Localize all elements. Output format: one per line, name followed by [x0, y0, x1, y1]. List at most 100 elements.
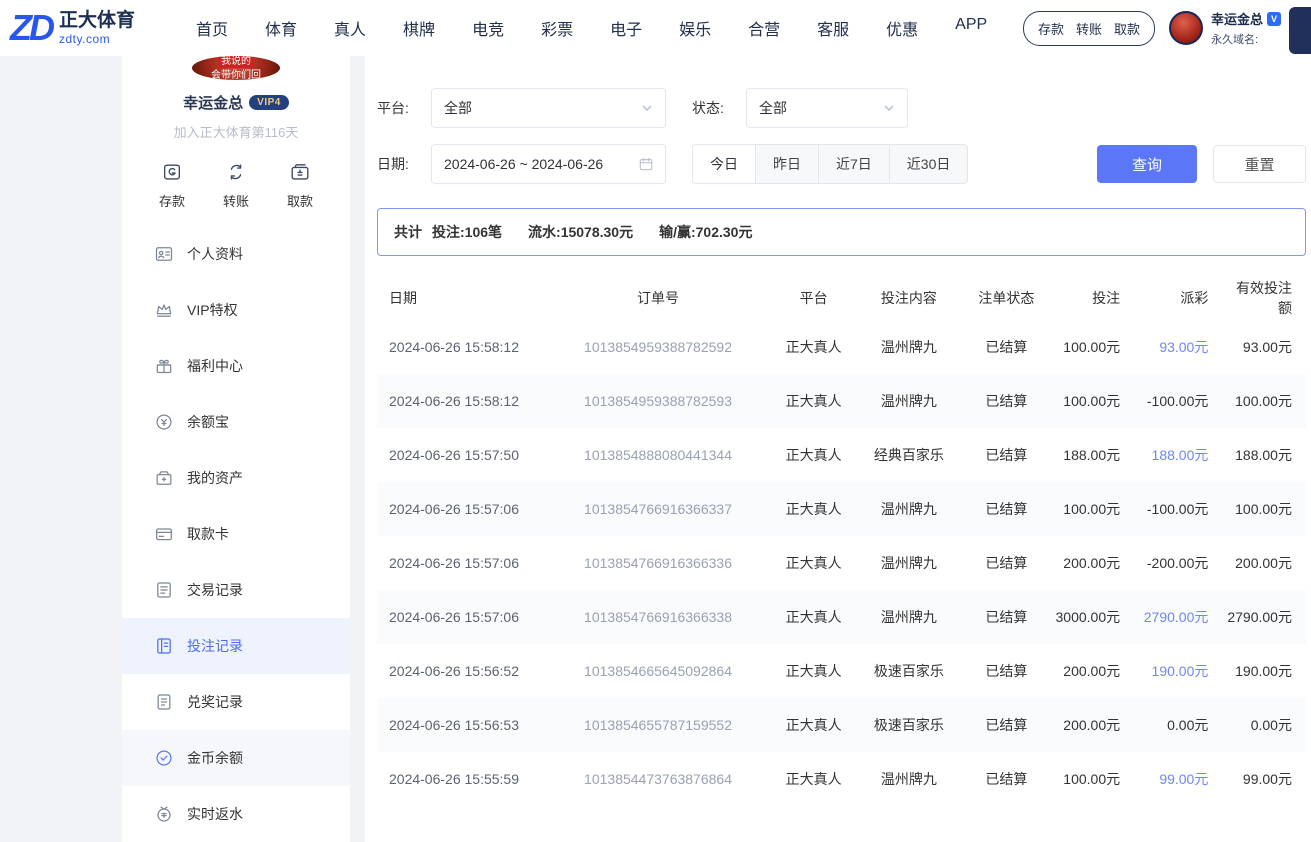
- nav-item-9[interactable]: 合营: [748, 16, 780, 40]
- quick-action-transfer[interactable]: 转账: [223, 161, 249, 210]
- filter-row-2: 日期: 2024-06-26 ~ 2024-06-26 今日昨日近7日近30日 …: [377, 144, 1306, 184]
- sidebar-username: 幸运金总: [183, 92, 243, 113]
- sidebar-item-gold-balance[interactable]: 金币余额: [122, 730, 350, 786]
- cell-date: 2024-06-26 15:58:12: [377, 393, 544, 409]
- sidebar-item-label: 交易记录: [187, 580, 243, 600]
- summary-winloss: 输/赢:702.30元: [659, 222, 752, 242]
- user-chip[interactable]: 幸运金总 V 永久域名:: [1169, 9, 1281, 47]
- cell-payout: 0.00元: [1134, 715, 1222, 735]
- cell-order: 1013854655787159552: [544, 717, 772, 733]
- table-row: 2024-06-26 15:56:531013854655787159552正大…: [377, 698, 1306, 752]
- table-row: 2024-06-26 15:58:121013854959388782592正大…: [377, 320, 1306, 374]
- cell-platform: 正大真人: [772, 391, 856, 411]
- sidebar-item-withdraw-card[interactable]: 取款卡: [122, 506, 350, 562]
- reset-button[interactable]: 重置: [1213, 145, 1306, 183]
- cell-platform: 正大真人: [772, 499, 856, 519]
- sidebar-item-realtime-rebate[interactable]: 实时返水: [122, 786, 350, 842]
- cell-status: 已结算: [962, 553, 1050, 573]
- table-header: 日期订单号平台投注内容注单状态投注派彩有效投注额: [377, 276, 1306, 320]
- quick-date-today[interactable]: 今日: [693, 145, 755, 183]
- nav-item-1[interactable]: 首页: [196, 16, 228, 40]
- rebate-icon: [154, 804, 174, 824]
- cell-date: 2024-06-26 15:57:50: [377, 447, 544, 463]
- column-header-8: 有效投注额: [1222, 278, 1306, 318]
- cell-content: 极速百家乐: [855, 715, 962, 735]
- sidebar-item-label: 个人资料: [187, 244, 243, 264]
- withdraw-icon: [289, 161, 311, 186]
- quick-date-last-7-days[interactable]: 近7日: [818, 145, 889, 183]
- nav-item-10[interactable]: 客服: [817, 16, 849, 40]
- brand[interactable]: ZD 正大体育 zdty.com: [10, 10, 186, 46]
- cell-order: 1013854766916366336: [544, 555, 772, 571]
- quick-date-last-30-days[interactable]: 近30日: [889, 145, 968, 183]
- cell-date: 2024-06-26 15:57:06: [377, 609, 544, 625]
- floating-service-widget[interactable]: [1289, 7, 1311, 54]
- cell-order: 1013854959388782593: [544, 393, 772, 409]
- cell-date: 2024-06-26 15:58:12: [377, 339, 544, 355]
- sidebar-item-profile[interactable]: 个人资料: [122, 226, 350, 282]
- nav-item-3[interactable]: 真人: [334, 16, 366, 40]
- calendar-icon: [639, 157, 653, 171]
- sidebar-item-label: 投注记录: [187, 636, 243, 656]
- nav-item-11[interactable]: 优惠: [886, 16, 918, 40]
- cell-platform: 正大真人: [772, 553, 856, 573]
- summary-prefix: 共计: [394, 222, 422, 242]
- topbar-right: 存款转账取款 幸运金总 V 永久域名:: [1023, 9, 1311, 47]
- sidebar-item-transaction-records[interactable]: 交易记录: [122, 562, 350, 618]
- cell-bet: 100.00元: [1051, 499, 1135, 519]
- top-navigation: 首页 体育 真人 棋牌 电竞 彩票 电子 娱乐 合营 客服 优惠 APP: [196, 16, 987, 40]
- cell-payout: 190.00元: [1134, 661, 1222, 681]
- sidebar-item-label: 实时返水: [187, 804, 243, 824]
- withdraw-card-icon: [154, 524, 174, 544]
- sidebar-item-welfare-center[interactable]: 福利中心: [122, 338, 350, 394]
- nav-item-4[interactable]: 棋牌: [403, 16, 435, 40]
- cell-platform: 正大真人: [772, 445, 856, 465]
- nav-item-7[interactable]: 电子: [610, 16, 642, 40]
- quick-action-deposit[interactable]: 存款: [159, 161, 185, 210]
- sidebar-item-redeem-records[interactable]: 兑奖记录: [122, 674, 350, 730]
- table-row: 2024-06-26 15:56:521013854665645092864正大…: [377, 644, 1306, 698]
- sidebar-item-vip-privileges[interactable]: VIP特权: [122, 282, 350, 338]
- platform-filter-label: 平台:: [377, 98, 431, 118]
- sidebar-item-bet-records[interactable]: 投注记录: [122, 618, 350, 674]
- platform-select[interactable]: 全部: [431, 88, 666, 128]
- cell-date: 2024-06-26 15:56:53: [377, 717, 544, 733]
- quick-action-withdraw[interactable]: 取款: [287, 161, 313, 210]
- cell-platform: 正大真人: [772, 337, 856, 357]
- nav-item-2[interactable]: 体育: [265, 16, 297, 40]
- table-row: 2024-06-26 15:57:061013854766916366338正大…: [377, 590, 1306, 644]
- sidebar-item-label: VIP特权: [187, 300, 238, 320]
- transactions-icon: [154, 580, 174, 600]
- filter-row-1: 平台: 全部 状态: 全部: [377, 88, 1306, 128]
- sidebar-item-my-assets[interactable]: 我的资产: [122, 450, 350, 506]
- sidebar-item-label: 兑奖记录: [187, 692, 243, 712]
- search-button[interactable]: 查询: [1097, 145, 1197, 183]
- status-filter-label: 状态:: [692, 98, 746, 118]
- cell-payout: 93.00元: [1134, 337, 1222, 357]
- quick-link-transfer[interactable]: 转账: [1076, 19, 1102, 38]
- quick-link-withdraw[interactable]: 取款: [1114, 19, 1140, 38]
- quick-link-deposit[interactable]: 存款: [1038, 19, 1064, 38]
- date-range-input[interactable]: 2024-06-26 ~ 2024-06-26: [431, 144, 666, 184]
- cell-platform: 正大真人: [772, 769, 856, 789]
- vip-icon: [154, 300, 174, 320]
- vip-level-badge: VIP4: [249, 95, 289, 110]
- cell-payout: 99.00元: [1134, 769, 1222, 789]
- nav-item-6[interactable]: 彩票: [541, 16, 573, 40]
- status-select[interactable]: 全部: [746, 88, 908, 128]
- profile-avatar[interactable]: 我说的 会带你们回: [192, 56, 280, 80]
- cell-valid: 200.00元: [1222, 553, 1306, 573]
- nav-item-8[interactable]: 娱乐: [679, 16, 711, 40]
- permanent-domain-label: 永久域名:: [1211, 31, 1281, 47]
- sidebar-item-yuebao[interactable]: 余额宝: [122, 394, 350, 450]
- table-row: 2024-06-26 15:55:591013854473763876864正大…: [377, 752, 1306, 806]
- table-body: 2024-06-26 15:58:121013854959388782592正大…: [377, 320, 1306, 806]
- nav-item-5[interactable]: 电竞: [472, 16, 504, 40]
- quick-date-yesterday[interactable]: 昨日: [755, 145, 818, 183]
- avatar[interactable]: [1169, 11, 1203, 45]
- cell-payout: 188.00元: [1134, 445, 1222, 465]
- cell-valid: 0.00元: [1222, 715, 1306, 735]
- cell-payout: -200.00元: [1134, 553, 1222, 573]
- nav-item-12[interactable]: APP: [955, 16, 987, 40]
- cell-status: 已结算: [962, 337, 1050, 357]
